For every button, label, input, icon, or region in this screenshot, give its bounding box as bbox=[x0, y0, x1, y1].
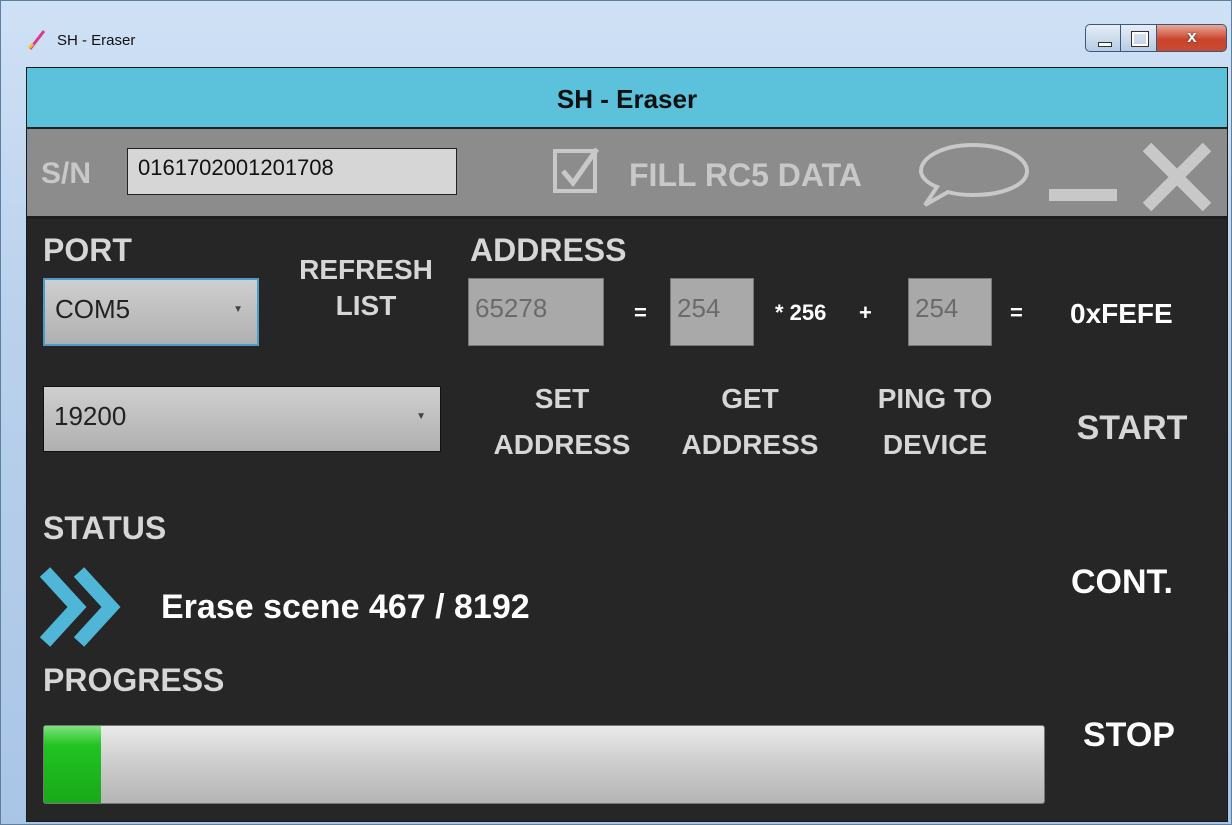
status-label: STATUS bbox=[43, 510, 167, 546]
progress-bar-fill bbox=[44, 726, 101, 803]
ping-device-button[interactable]: PING TO DEVICE bbox=[855, 376, 1015, 468]
serial-number-field[interactable]: 0161702001201708 bbox=[127, 148, 457, 195]
baud-rate-select[interactable]: 19200 ▼ bbox=[43, 386, 441, 452]
address-equals: = bbox=[634, 300, 647, 325]
get-address-line1: GET bbox=[721, 383, 779, 414]
maximize-icon bbox=[1131, 31, 1149, 47]
port-select-value: COM5 bbox=[55, 294, 131, 324]
refresh-list-line2: LIST bbox=[335, 290, 397, 321]
app-window: SH - Eraser x SH - Eraser S/N 0161702001… bbox=[0, 0, 1232, 825]
fill-rc5-label[interactable]: FILL RC5 DATA bbox=[629, 157, 862, 194]
set-address-button[interactable]: SET ADDRESS bbox=[482, 376, 642, 468]
app-client-area: SH - Eraser S/N 0161702001201708 FILL RC… bbox=[26, 67, 1228, 822]
toolbar: S/N 0161702001201708 FILL RC5 DATA bbox=[27, 129, 1227, 219]
window-title: SH - Eraser bbox=[57, 32, 136, 49]
title-bar[interactable]: SH - Eraser x bbox=[1, 1, 1232, 67]
refresh-list-button[interactable]: REFRESH LIST bbox=[281, 252, 451, 324]
close-icon[interactable] bbox=[1139, 139, 1215, 215]
address-high-byte-field[interactable]: 254 bbox=[670, 278, 754, 346]
minimize-icon[interactable] bbox=[1049, 189, 1117, 201]
status-text: Erase scene 467 / 8192 bbox=[161, 588, 530, 626]
app-header: SH - Eraser bbox=[27, 68, 1227, 129]
address-plus: + bbox=[859, 300, 872, 325]
window-minimize-button[interactable] bbox=[1085, 24, 1121, 52]
refresh-list-line1: REFRESH bbox=[299, 254, 433, 285]
port-select[interactable]: COM5 ▼ bbox=[43, 278, 259, 346]
address-label: ADDRESS bbox=[470, 232, 627, 268]
get-address-button[interactable]: GET ADDRESS bbox=[670, 376, 830, 468]
fill-rc5-checkbox[interactable] bbox=[553, 145, 603, 195]
continue-button[interactable]: CONT. bbox=[1071, 563, 1173, 602]
start-button[interactable]: START bbox=[1062, 410, 1202, 446]
close-icon: x bbox=[1187, 27, 1197, 46]
app-icon bbox=[27, 30, 46, 50]
address-equals-2: = bbox=[1010, 300, 1023, 325]
window-close-button[interactable]: x bbox=[1157, 24, 1227, 52]
port-label: PORT bbox=[43, 232, 132, 268]
chat-bubble-icon[interactable] bbox=[915, 139, 1033, 209]
window-controls: x bbox=[1085, 24, 1227, 56]
set-address-line2: ADDRESS bbox=[493, 429, 631, 460]
ping-device-line1: PING TO bbox=[877, 383, 993, 414]
window-maximize-button[interactable] bbox=[1121, 24, 1157, 52]
progress-bar bbox=[43, 725, 1045, 804]
address-hex-value: 0xFEFE bbox=[1070, 298, 1173, 329]
stop-button[interactable]: STOP bbox=[1083, 716, 1175, 755]
set-address-line1: SET bbox=[534, 383, 590, 414]
minimize-icon bbox=[1098, 42, 1112, 47]
baud-rate-value: 19200 bbox=[54, 401, 127, 431]
address-decimal-field[interactable]: 65278 bbox=[468, 278, 604, 346]
sn-label: S/N bbox=[41, 157, 92, 190]
get-address-line2: ADDRESS bbox=[681, 429, 819, 460]
address-multiplier: * 256 bbox=[775, 300, 827, 325]
chevron-down-icon: ▼ bbox=[233, 304, 243, 315]
chevron-down-icon: ▼ bbox=[416, 411, 426, 422]
address-low-byte-field[interactable]: 254 bbox=[908, 278, 992, 346]
ping-device-line2: DEVICE bbox=[882, 429, 988, 460]
progress-label: PROGRESS bbox=[43, 662, 225, 698]
double-chevron-right-icon bbox=[39, 567, 121, 647]
